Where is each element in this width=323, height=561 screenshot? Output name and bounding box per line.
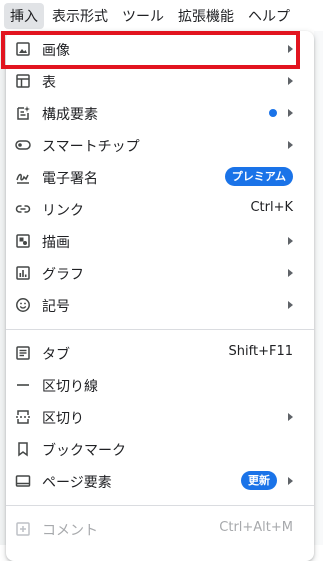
- add-comment-icon: [15, 521, 31, 537]
- menu-item-drawing[interactable]: 描画: [6, 225, 314, 257]
- menu-item-page-elements[interactable]: ページ要素 更新: [6, 465, 314, 497]
- horizontal-line-icon: [15, 377, 31, 393]
- menu-item-label: グラフ: [42, 267, 84, 283]
- table-icon: [15, 73, 31, 89]
- updated-badge: 更新: [241, 471, 277, 490]
- menu-item-label: スマートチップ: [42, 139, 140, 155]
- menu-item-special-characters[interactable]: 記号: [6, 289, 314, 321]
- menu-item-label: 記号: [42, 299, 70, 315]
- submenu-arrow-icon: [288, 477, 293, 485]
- menu-item-label: 構成要素: [42, 107, 98, 123]
- menu-item-label: 表: [42, 75, 56, 91]
- menu-item-esignature[interactable]: 電子署名 プレミアム: [6, 161, 314, 193]
- submenu-arrow-icon: [288, 269, 293, 277]
- menu-item-comment[interactable]: コメント Ctrl+Alt+M: [6, 513, 314, 545]
- menu-help[interactable]: ヘルプ: [242, 3, 296, 29]
- menu-bar: 挿入 表示形式 ツール 拡張機能 ヘルプ: [0, 0, 323, 31]
- link-icon: [15, 201, 31, 217]
- menu-item-bookmark[interactable]: ブックマーク: [6, 433, 314, 465]
- insert-menu-dropdown: 画像 表 構成要素 スマートチップ 電子署名 プレミアム リンク Ctrl+K …: [6, 31, 314, 561]
- menu-item-chart[interactable]: グラフ: [6, 257, 314, 289]
- menu-item-link[interactable]: リンク Ctrl+K: [6, 193, 314, 225]
- menu-item-label: 画像: [42, 43, 70, 59]
- esignature-icon: [15, 169, 31, 185]
- menu-tools[interactable]: ツール: [116, 3, 170, 29]
- emoji-icon: [15, 297, 31, 313]
- smart-chip-icon: [15, 137, 31, 153]
- menu-extensions[interactable]: 拡張機能: [172, 3, 240, 29]
- shortcut-text: Ctrl+K: [250, 200, 293, 215]
- document-background-right: [314, 31, 323, 545]
- submenu-arrow-icon: [288, 109, 293, 117]
- chart-icon: [15, 265, 31, 281]
- menu-format[interactable]: 表示形式: [46, 3, 114, 29]
- menu-item-label: リンク: [42, 203, 84, 219]
- menu-item-label: コメント: [42, 523, 98, 539]
- menu-item-tab[interactable]: タブ Shift+F11: [6, 337, 314, 369]
- menu-item-label: 電子署名: [42, 171, 98, 187]
- menu-item-image[interactable]: 画像: [6, 33, 314, 65]
- tab-icon: [15, 345, 31, 361]
- break-icon: [15, 409, 31, 425]
- submenu-arrow-icon: [288, 77, 293, 85]
- menu-divider: [6, 329, 314, 330]
- menu-item-label: ページ要素: [42, 475, 112, 491]
- premium-badge: プレミアム: [224, 167, 293, 186]
- submenu-arrow-icon: [288, 413, 293, 421]
- menu-item-label: 区切り: [42, 411, 84, 427]
- submenu-arrow-icon: [288, 237, 293, 245]
- menu-insert[interactable]: 挿入: [4, 2, 44, 29]
- menu-divider: [6, 505, 314, 506]
- drawing-icon: [15, 233, 31, 249]
- shortcut-text: Ctrl+Alt+M: [219, 520, 293, 535]
- menu-item-break[interactable]: 区切り: [6, 401, 314, 433]
- submenu-arrow-icon: [288, 301, 293, 309]
- menu-item-label: 描画: [42, 235, 70, 251]
- menu-item-smart-chips[interactable]: スマートチップ: [6, 129, 314, 161]
- bookmark-icon: [15, 441, 31, 457]
- menu-item-table[interactable]: 表: [6, 65, 314, 97]
- page-elements-icon: [15, 473, 31, 489]
- new-feature-dot: [269, 109, 277, 117]
- shortcut-text: Shift+F11: [228, 344, 293, 359]
- menu-item-label: 区切り線: [42, 379, 98, 395]
- submenu-arrow-icon: [288, 45, 293, 53]
- image-icon: [15, 41, 31, 57]
- menu-item-horizontal-line[interactable]: 区切り線: [6, 369, 314, 401]
- menu-item-label: タブ: [42, 347, 70, 363]
- building-blocks-icon: [15, 105, 31, 121]
- menu-item-label: ブックマーク: [42, 443, 126, 459]
- submenu-arrow-icon: [288, 141, 293, 149]
- menu-item-building-blocks[interactable]: 構成要素: [6, 97, 314, 129]
